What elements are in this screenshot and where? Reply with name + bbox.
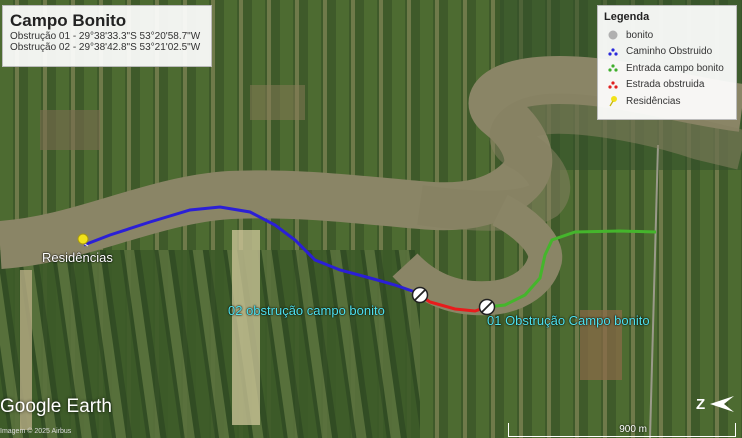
red-path-icon [604, 79, 622, 91]
obstruction-02-marker[interactable] [411, 286, 429, 304]
bare-field-strip [232, 230, 260, 425]
scale-bar: 900 m [508, 423, 736, 437]
legend-item-residencias[interactable]: Residências [604, 93, 730, 110]
legend-panel: Legenda bonito Caminho Obstruido Entrada… [597, 5, 737, 120]
info-title: Campo Bonito [10, 11, 127, 30]
legend-label: Entrada campo bonito [626, 62, 724, 74]
yellow-pushpin-icon [604, 95, 622, 107]
label-residencias[interactable]: Residências [42, 250, 113, 265]
legend-label: Residências [626, 95, 681, 107]
legend-title: Legenda [604, 11, 650, 23]
compass-icon[interactable]: Z [694, 392, 736, 414]
gray-dot-icon [604, 29, 622, 41]
legend-label: Estrada obstruida [626, 79, 705, 91]
label-obstrucao-02[interactable]: 02 obstrução campo bonito [228, 303, 385, 318]
scale-label: 900 m [619, 424, 647, 435]
legend-item-entrada-campo-bonito[interactable]: Entrada campo bonito [604, 60, 730, 77]
bare-field [250, 85, 305, 120]
legend-label: Caminho Obstruido [626, 46, 713, 58]
svg-text:Z: Z [696, 396, 705, 413]
green-path-icon [604, 62, 622, 74]
obstruction-01-coords: Obstrução 01 - 29°38'33.3"S 53°20'58.7"W [10, 31, 201, 42]
legend-item-bonito[interactable]: bonito [604, 27, 730, 44]
label-obstrucao-01[interactable]: 01 Obstrução Campo bonito [487, 313, 650, 328]
imagery-credit: Imagem © 2025 Airbus [0, 428, 72, 435]
legend-item-estrada-obstruida[interactable]: Estrada obstruida [604, 77, 730, 94]
obstruction-02-coords: Obstrução 02 - 29°38'42.8"S 53°21'02.5"W [10, 42, 201, 53]
legend-item-caminho-obstruido[interactable]: Caminho Obstruido [604, 44, 730, 61]
legend-label: bonito [626, 29, 654, 41]
google-earth-logo: Google Earth [0, 396, 112, 417]
bare-field [40, 110, 100, 150]
blue-path-icon [604, 46, 622, 58]
info-panel: Campo Bonito Obstrução 01 - 29°38'33.3"S… [2, 5, 212, 67]
